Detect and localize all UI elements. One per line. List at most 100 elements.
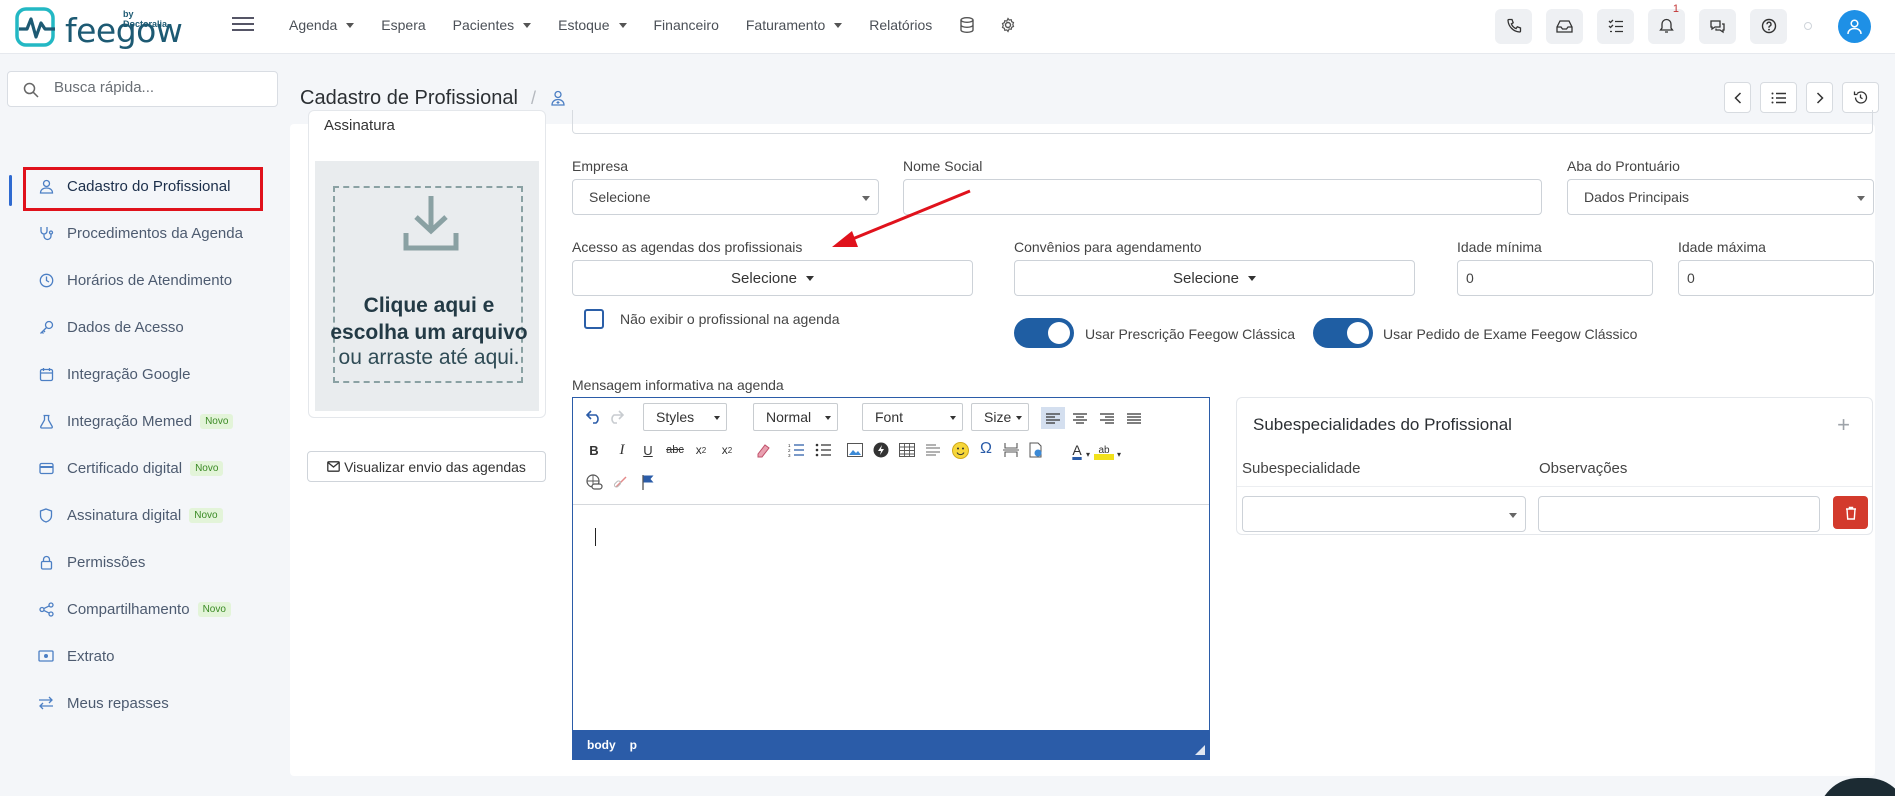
align-center-icon[interactable] xyxy=(1070,408,1090,428)
quick-search[interactable] xyxy=(7,71,278,107)
underline-icon[interactable]: U xyxy=(638,440,658,460)
notifications-button[interactable]: 1 xyxy=(1648,3,1685,44)
phone-button[interactable] xyxy=(1495,8,1532,44)
acesso-agendas-select[interactable]: Selecione xyxy=(572,260,973,296)
chevron-left-icon xyxy=(1733,91,1741,104)
idade-maxima-input[interactable]: 0 xyxy=(1678,260,1874,296)
gear-icon[interactable] xyxy=(1000,17,1016,33)
sidebar-item-assinatura[interactable]: Assinatura digital Novo xyxy=(0,495,285,535)
nav-faturamento[interactable]: Faturamento xyxy=(746,17,843,33)
superscript-icon[interactable]: x2 xyxy=(717,440,737,460)
table-icon[interactable] xyxy=(897,440,917,460)
sidebar-item-certificado[interactable]: Certificado digital Novo xyxy=(0,448,285,488)
redo-icon[interactable] xyxy=(606,407,626,427)
align-right-icon[interactable] xyxy=(1097,408,1117,428)
chat-widget[interactable] xyxy=(1818,778,1895,796)
size-dropdown[interactable]: Size xyxy=(971,403,1029,431)
idade-minima-input[interactable]: 0 xyxy=(1457,260,1653,296)
search-input[interactable] xyxy=(54,79,264,96)
strikethrough-icon[interactable]: abc xyxy=(665,440,685,460)
menu-toggle-icon[interactable] xyxy=(232,14,254,32)
sidebar-item-extrato[interactable]: Extrato xyxy=(0,636,285,676)
anchor-flag-icon[interactable] xyxy=(638,472,658,492)
nav-pacientes[interactable]: Pacientes xyxy=(453,17,532,33)
remove-format-icon[interactable] xyxy=(753,440,773,460)
sidebar-item-repasses[interactable]: Meus repasses xyxy=(0,683,285,723)
font-dropdown[interactable]: Font xyxy=(862,403,963,431)
unlink-icon[interactable] xyxy=(611,472,631,492)
page-break-icon[interactable] xyxy=(1001,440,1021,460)
undo-icon[interactable] xyxy=(584,407,604,427)
convenios-select[interactable]: Selecione xyxy=(1014,260,1415,296)
align-justify-icon[interactable] xyxy=(1124,408,1144,428)
sidebar-item-horarios[interactable]: Horários de Atendimento xyxy=(0,260,285,300)
styles-dropdown[interactable]: Styles xyxy=(643,403,727,431)
signature-dropzone[interactable]: Clique aqui e escolha um arquivo ou arras… xyxy=(315,161,539,411)
horizontal-rule-icon[interactable] xyxy=(923,440,943,460)
user-avatar[interactable] xyxy=(1838,9,1871,43)
resize-handle-icon[interactable] xyxy=(1195,745,1205,755)
path-p[interactable]: p xyxy=(630,738,637,752)
subspecialty-select[interactable] xyxy=(1242,496,1526,532)
nav-espera[interactable]: Espera xyxy=(381,17,425,33)
flash-icon[interactable] xyxy=(871,440,891,460)
nav-financeiro[interactable]: Financeiro xyxy=(654,17,719,33)
visualize-schedule-button[interactable]: Visualizar envio das agendas xyxy=(307,451,546,482)
iframe-icon[interactable] xyxy=(1026,440,1046,460)
nav-relatorios[interactable]: Relatórios xyxy=(869,17,932,33)
tasks-button[interactable] xyxy=(1597,8,1634,44)
chevron-down-icon[interactable]: ▾ xyxy=(1109,444,1129,464)
next-button[interactable] xyxy=(1806,82,1833,113)
prescricao-toggle[interactable] xyxy=(1014,318,1074,348)
numbered-list-icon[interactable]: 123 xyxy=(786,440,806,460)
novo-badge: Novo xyxy=(190,460,224,476)
idade-maxima-label: Idade máxima xyxy=(1678,239,1766,255)
idade-minima-label: Idade mínima xyxy=(1457,239,1542,255)
help-button[interactable] xyxy=(1750,8,1787,44)
sidebar-item-memed[interactable]: Integração Memed Novo xyxy=(0,401,285,441)
nav-estoque[interactable]: Estoque xyxy=(558,17,627,33)
bold-icon[interactable]: B xyxy=(584,440,604,460)
share-icon xyxy=(38,601,54,617)
sidebar-item-acesso[interactable]: Dados de Acesso xyxy=(0,307,285,347)
feegow-logo[interactable]: feegow by Doctoralia xyxy=(15,7,183,50)
header-buttons xyxy=(1715,82,1879,113)
format-dropdown[interactable]: Normal xyxy=(753,403,838,431)
image-icon[interactable] xyxy=(845,440,865,460)
observations-input[interactable] xyxy=(1538,496,1820,532)
mensagem-label: Mensagem informativa na agenda xyxy=(572,377,784,393)
smiley-icon[interactable] xyxy=(950,440,970,460)
bullet-list-icon[interactable] xyxy=(813,440,833,460)
add-subspecialty-button[interactable]: + xyxy=(1837,412,1850,438)
subscript-icon[interactable]: x2 xyxy=(691,440,711,460)
nao-exibir-checkbox[interactable] xyxy=(584,309,604,329)
sidebar-item-google[interactable]: Integração Google xyxy=(0,354,285,394)
special-char-icon[interactable]: Ω xyxy=(976,439,996,459)
inbox-button[interactable] xyxy=(1546,8,1583,44)
link-icon[interactable] xyxy=(584,472,604,492)
pedido-exame-toggle[interactable] xyxy=(1313,318,1373,348)
textarea-bottom-edge[interactable] xyxy=(572,110,1873,134)
italic-icon[interactable]: I xyxy=(612,440,632,460)
sidebar-item-procedimentos[interactable]: Procedimentos da Agenda xyxy=(0,213,285,253)
nome-social-input[interactable] xyxy=(903,179,1542,215)
delete-row-button[interactable] xyxy=(1833,496,1868,529)
nav-agenda[interactable]: Agenda xyxy=(289,17,355,33)
sidebar-item-compartilhamento[interactable]: Compartilhamento Novo xyxy=(0,589,285,629)
list-button[interactable] xyxy=(1760,82,1797,113)
empresa-select[interactable]: Selecione xyxy=(572,179,879,215)
status-dot-icon xyxy=(1804,22,1812,30)
previous-button[interactable] xyxy=(1724,82,1751,113)
sidebar-item-permissoes[interactable]: Permissões xyxy=(0,542,285,582)
editor-content[interactable] xyxy=(573,506,1209,728)
aba-prontuario-select[interactable]: Dados Principais xyxy=(1567,179,1874,215)
inbox-icon xyxy=(1556,19,1573,33)
top-actions: 1 xyxy=(1495,3,1895,44)
history-button[interactable] xyxy=(1842,82,1879,113)
path-body[interactable]: body xyxy=(587,738,616,752)
download-icon xyxy=(403,196,459,251)
database-icon[interactable] xyxy=(959,17,975,33)
align-left-icon[interactable] xyxy=(1041,407,1065,429)
messages-button[interactable] xyxy=(1699,8,1736,44)
flask-icon xyxy=(38,413,54,429)
